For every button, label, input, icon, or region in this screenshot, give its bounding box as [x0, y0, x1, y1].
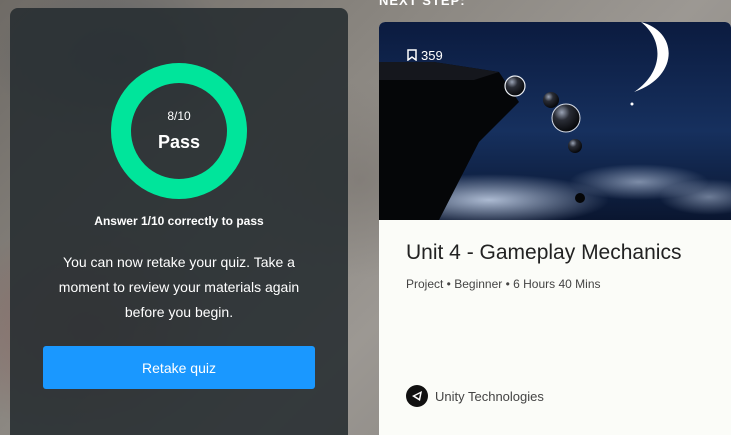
next-step-heading: NEXT STEP: [379, 0, 466, 8]
retake-message: You can now retake your quiz. Take a mom… [58, 254, 300, 320]
retake-quiz-button[interactable]: Retake quiz [43, 346, 315, 389]
course-title[interactable]: Unit 4 - Gameplay Mechanics [406, 241, 681, 265]
unity-logo-icon [406, 385, 428, 407]
quiz-score: 8/10 [167, 109, 191, 123]
pass-requirement: Answer 1/10 correctly to pass [94, 214, 264, 228]
bookmark-count[interactable]: 359 [407, 46, 443, 64]
bookmark-count-value: 359 [421, 47, 443, 63]
bookmark-icon [407, 49, 417, 61]
course-meta: Project • Beginner • 6 Hours 40 Mins [406, 277, 601, 291]
quiz-result: Pass [157, 132, 201, 152]
score-ring-graphic [111, 63, 247, 199]
course-thumbnail[interactable]: 359 [379, 22, 731, 226]
next-step-card[interactable]: 359 Unit 4 - Gameplay Mechanics Project … [379, 22, 731, 435]
score-ring: 8/10 Pass [110, 62, 248, 200]
author-name: Unity Technologies [435, 388, 544, 404]
quiz-result-panel: 8/10 Pass Answer 1/10 correctly to pass … [10, 8, 348, 435]
course-author: Unity Technologies [406, 385, 544, 407]
